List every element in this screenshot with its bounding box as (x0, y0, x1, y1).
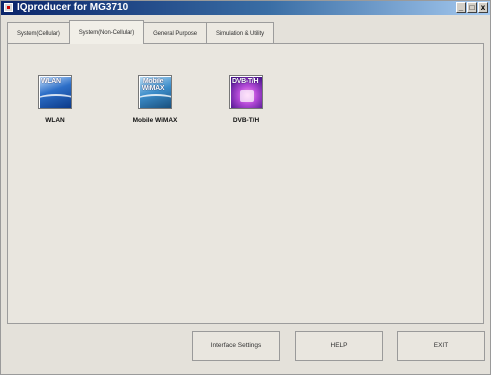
wlan-icon-caption: WLAN (41, 78, 61, 85)
restore-button[interactable]: □ (467, 2, 477, 13)
app-tile-mobile-wimax[interactable]: Mobile WiMAX Mobile WiMAX (125, 75, 185, 124)
interface-settings-button[interactable]: Interface Settings (192, 331, 280, 361)
tab-simulation-utility[interactable]: Simulation & Utility (205, 22, 275, 44)
tab-system-non-cellular[interactable]: System(Non-Cellular) (68, 20, 145, 44)
dvb-th-icon-caption: DVB-T/H (232, 78, 259, 85)
app-label-mobile-wimax: Mobile WiMAX (132, 117, 178, 124)
exit-button[interactable]: EXIT (397, 331, 485, 361)
mobile-wimax-icon-caption: Mobile WiMAX (141, 78, 165, 92)
close-button[interactable]: x (478, 2, 488, 13)
minimize-button[interactable]: _ (456, 2, 466, 13)
tab-strip: System(Cellular) System(Non-Cellular) Ge… (7, 20, 275, 44)
mobile-wimax-icon[interactable]: Mobile WiMAX (138, 75, 172, 109)
tab-general-purpose[interactable]: General Purpose (143, 22, 207, 44)
app-label-wlan: WLAN (45, 117, 65, 124)
app-window: IQproducer for MG3710 _ □ x System(Cellu… (0, 0, 491, 375)
title-bar[interactable]: IQproducer for MG3710 _ □ x (1, 1, 490, 15)
wlan-icon[interactable]: WLAN (38, 75, 72, 109)
dvb-th-icon[interactable]: DVB-T/H (229, 75, 263, 109)
window-controls: _ □ x (456, 2, 488, 13)
app-tile-dvb-th[interactable]: DVB-T/H DVB-T/H (216, 75, 276, 124)
app-icon[interactable] (4, 3, 13, 12)
tab-system-cellular[interactable]: System(Cellular) (7, 22, 70, 44)
tab-panel: WLAN WLAN Mobile WiMAX Mobile WiMAX DVB-… (7, 43, 484, 324)
help-button[interactable]: HELP (295, 331, 383, 361)
window-title: IQproducer for MG3710 (17, 2, 129, 13)
app-tile-wlan[interactable]: WLAN WLAN (25, 75, 85, 124)
app-label-dvb-th: DVB-T/H (232, 117, 260, 124)
